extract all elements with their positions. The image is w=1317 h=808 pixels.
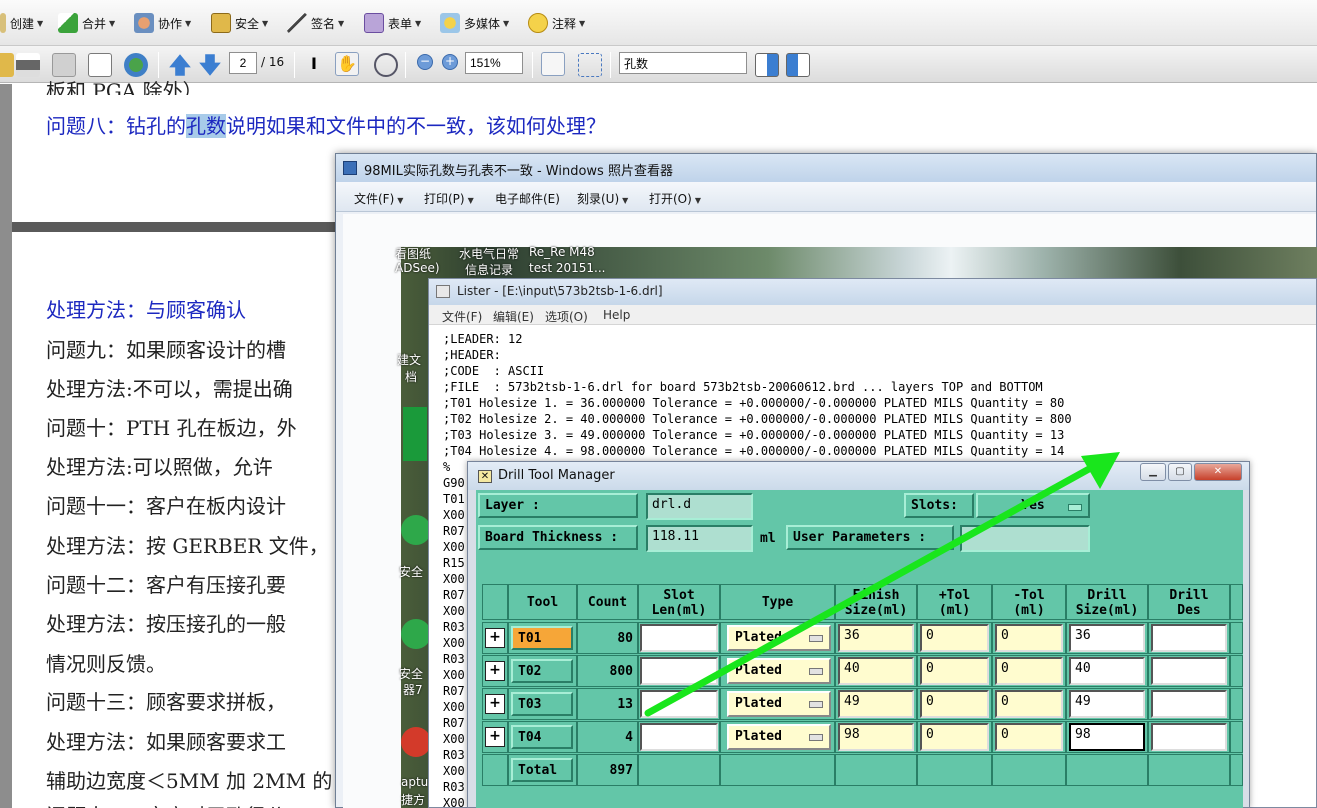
annotation-arrow	[644, 452, 1120, 717]
arrow-shaft	[644, 460, 1102, 717]
